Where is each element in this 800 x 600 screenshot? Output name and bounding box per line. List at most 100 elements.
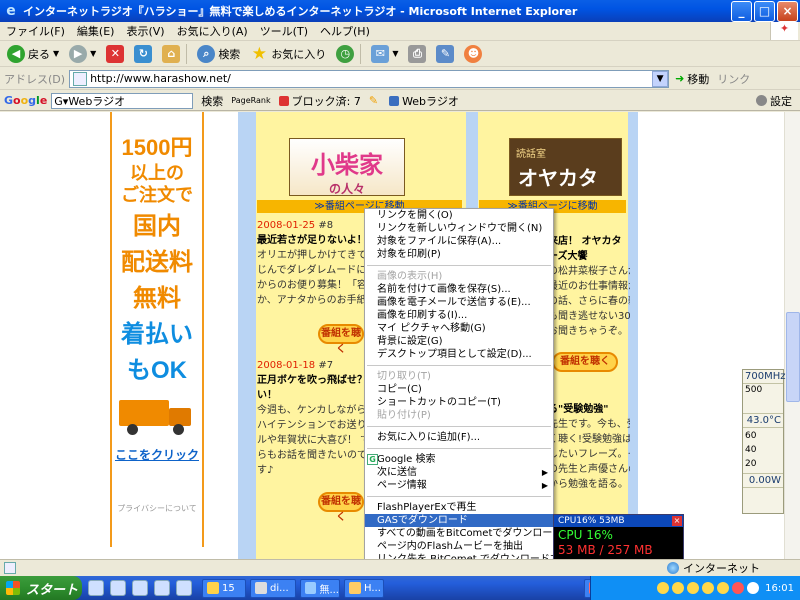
history-button[interactable]: ◷ — [333, 43, 357, 65]
menu-view[interactable]: 表示(V) — [120, 23, 170, 39]
go-button[interactable]: ➜ 移動 — [675, 71, 709, 87]
context-menu-label: 背景に設定(G) — [377, 336, 443, 347]
context-menu-item[interactable]: デスクトップ項目として設定(D)... — [365, 348, 553, 361]
context-menu-item[interactable]: ページ内のFlashムービーを抽出 — [365, 540, 553, 553]
google-search-button[interactable]: 検索 — [201, 93, 223, 109]
tray-icon[interactable] — [657, 582, 670, 594]
status-bar: インターネット — [0, 559, 800, 576]
oyakata-banner[interactable]: 読話室 オヤカタ — [509, 138, 622, 196]
context-menu-item[interactable]: GASでダウンロード — [365, 514, 553, 527]
context-menu-item[interactable]: ショートカットのコピー(T) — [365, 396, 553, 409]
hardware-monitor-gadget[interactable]: 700MHz 500 43.0°C 60 40 20 0.00W — [742, 369, 785, 514]
context-menu-item[interactable]: お気に入りに追加(F)... — [365, 431, 553, 444]
tray-icon[interactable] — [672, 582, 685, 594]
close-button[interactable]: × — [777, 0, 798, 22]
maximize-button[interactable]: □ — [754, 0, 775, 22]
context-menu-item[interactable]: リンクを新しいウィンドウで開く(N) — [365, 222, 553, 235]
context-menu-item[interactable]: すべての動画をBitCometでダウンロード — [365, 527, 562, 540]
clock[interactable]: 16:01 — [765, 583, 794, 594]
google-logo[interactable]: Google — [4, 94, 47, 107]
quicklaunch-desktop-icon[interactable] — [110, 580, 126, 596]
context-menu-item[interactable]: ページ情報 ▶ — [365, 479, 553, 492]
highlighter-icon: ✎ — [368, 94, 379, 107]
taskbar-item-app[interactable]: di... — [250, 578, 296, 598]
context-menu-item[interactable]: 背景に設定(G) — [365, 335, 553, 348]
menu-edit[interactable]: 編集(E) — [71, 23, 121, 39]
chevron-down-icon: ▼ — [90, 49, 97, 58]
tray-icon[interactable] — [732, 582, 745, 594]
close-icon[interactable]: × — [672, 516, 682, 526]
context-menu-item[interactable]: FlashPlayerExで再生 — [365, 501, 553, 514]
menu-file[interactable]: ファイル(F) — [0, 23, 71, 39]
tray-icon[interactable] — [687, 582, 700, 594]
minimize-button[interactable]: _ — [731, 0, 752, 22]
taskbar-item-folder[interactable]: 15 — [202, 578, 246, 598]
shipping-ad-banner[interactable]: 1500円 以上の ご注文で 国内 配送料 無料 着払い もOK ここをクリック… — [110, 112, 204, 547]
context-menu-item[interactable]: 名前を付けて画像を保存(S)... — [365, 283, 553, 296]
tray-icon[interactable] — [717, 582, 730, 594]
ad-privacy-link[interactable]: プライバシーについて — [112, 503, 202, 514]
quicklaunch-app-icon[interactable] — [154, 580, 170, 596]
context-menu-item[interactable]: リンクを開く(O) — [365, 209, 553, 222]
address-input[interactable]: http://www.harashow.net/ ▼ — [69, 69, 670, 88]
home-icon: ⌂ — [162, 44, 181, 63]
highlight-word-button[interactable]: Webラジオ — [389, 93, 459, 109]
quicklaunch-ie-icon[interactable] — [88, 580, 104, 596]
task-label: 無... — [319, 584, 339, 596]
article-entry: る"受験勉強" 先生です。今も、受験勉強での歴史は く聴く!受験勉強は、その場限… — [548, 402, 630, 492]
quicklaunch-media-icon[interactable] — [132, 580, 148, 596]
context-menu-label: 次に送信 — [377, 467, 417, 478]
links-button[interactable]: リンク — [717, 71, 750, 87]
pagerank-indicator[interactable]: PageRank — [231, 96, 270, 105]
taskbar-item-app[interactable]: 無... — [300, 578, 340, 598]
refresh-button[interactable]: ↻ — [131, 43, 155, 65]
context-menu[interactable]: リンクを開く(O) リンクを新しいウィンドウで開く(N) 対象をファイルに保存(A)… — [364, 208, 590, 598]
window-titlebar[interactable]: e インターネットラジオ『ハラショー』無料で楽しめるインターネットラジオ - M… — [0, 0, 800, 22]
tray-icon[interactable] — [747, 582, 760, 594]
highlight-button[interactable]: ✎ — [369, 94, 381, 107]
context-menu-item[interactable]: 次に送信 ▶ — [365, 466, 553, 479]
cpu-memory-widget[interactable]: CPU16% 53MB × CPU 16% 53 MB / 257 MB — [553, 514, 684, 560]
context-menu-item[interactable]: 画像を電子メールで送信する(E)... — [365, 296, 553, 309]
edit-button[interactable]: ✎ — [433, 43, 457, 65]
forward-button[interactable]: ▶ ▼ — [66, 43, 99, 65]
scrollbar-thumb[interactable] — [786, 312, 800, 402]
context-menu-item[interactable]: 対象をファイルに保存(A)... — [365, 235, 553, 248]
search-button[interactable]: ⌕ 検索 — [194, 43, 243, 65]
google-search-input[interactable]: G▾Webラジオ — [51, 92, 194, 109]
context-menu-item[interactable]: マイ ピクチャへ移動(G) — [365, 322, 553, 335]
context-menu-item[interactable]: 対象を印刷(P) — [365, 248, 553, 261]
vertical-scrollbar[interactable] — [784, 112, 800, 559]
ad-click-link[interactable]: ここをクリック — [112, 446, 202, 463]
koshiba-banner[interactable]: 小柴家 の人々 — [289, 138, 405, 196]
home-button[interactable]: ⌂ — [159, 43, 183, 65]
stop-button[interactable]: ✕ — [103, 43, 127, 65]
start-button[interactable]: スタート — [0, 576, 82, 600]
menu-help[interactable]: ヘルプ(H) — [314, 23, 376, 39]
menu-favorites[interactable]: お気に入り(A) — [171, 23, 254, 39]
mail-button[interactable]: ✉ ▼ — [368, 43, 401, 65]
menu-tools[interactable]: ツール(T) — [254, 23, 314, 39]
popup-blocker[interactable]: ブロック済: 7 — [278, 93, 361, 109]
quicklaunch-app2-icon[interactable] — [176, 580, 192, 596]
tray-icon[interactable] — [702, 582, 715, 594]
listen-button[interactable]: 番組を聴く — [318, 492, 364, 523]
print-button[interactable]: ⎙ — [405, 43, 429, 65]
back-button[interactable]: ◀ 戻る ▼ — [4, 43, 62, 65]
google-search-value[interactable]: G▾Webラジオ — [54, 93, 125, 109]
context-menu-item[interactable]: 画像を印刷する(I)... — [365, 309, 553, 322]
context-menu-item[interactable]: G Google 検索 — [365, 453, 553, 466]
listen-button[interactable]: 番組を聴く — [318, 324, 364, 355]
settings-icon — [756, 95, 767, 106]
address-url[interactable]: http://www.harashow.net/ — [90, 72, 231, 85]
favorites-button[interactable]: ★ お気に入り — [247, 43, 329, 65]
cpu-widget-header[interactable]: CPU16% 53MB × — [554, 515, 683, 527]
listen-button[interactable]: 番組を聴く — [552, 352, 618, 372]
folder-icon — [207, 582, 219, 594]
menu-separator — [367, 448, 551, 449]
google-settings-button[interactable]: 設定 — [756, 93, 792, 109]
messenger-button[interactable]: ☻ — [461, 43, 485, 65]
context-menu-item[interactable]: コピー(C) — [365, 383, 553, 396]
address-dropdown-button[interactable]: ▼ — [652, 70, 669, 87]
taskbar-item-app[interactable]: H... — [344, 578, 384, 598]
